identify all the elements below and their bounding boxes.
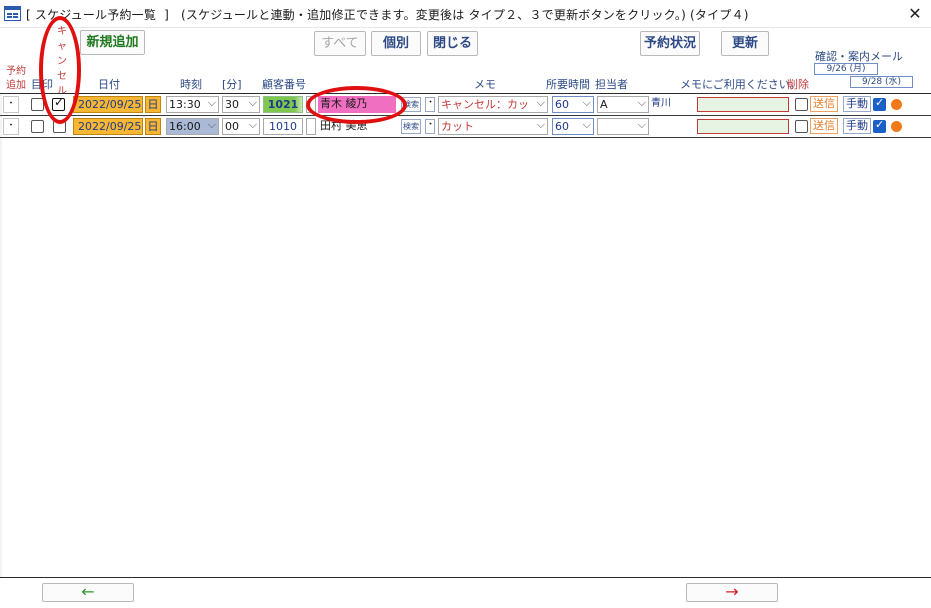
app-icon <box>4 6 21 21</box>
duration-value: 60 <box>555 98 569 111</box>
note-input[interactable] <box>697 97 789 112</box>
customer-number[interactable]: 1010 <box>263 118 303 135</box>
header-note: メモにご利用ください。 <box>680 78 801 91</box>
add-reservation-dot[interactable]: ・ <box>3 96 19 113</box>
print-checkbox[interactable] <box>31 98 44 111</box>
staff-select[interactable] <box>597 117 649 135</box>
header-memo: メモ <box>474 78 496 91</box>
duration-select[interactable]: 60 <box>552 95 594 113</box>
customer-number-ext[interactable] <box>306 96 316 113</box>
add-reservation-dot[interactable]: ・ <box>3 118 19 135</box>
table-row: ・ 2022/09/25 日 13:30 30 1021 青木 綾乃 検索 ・ … <box>0 94 931 116</box>
next-arrow-button[interactable]: → <box>686 583 778 602</box>
mail-checkbox[interactable] <box>873 117 886 133</box>
header-time: 時刻 <box>180 78 202 91</box>
staff-select[interactable]: A <box>597 95 649 113</box>
minute-select[interactable]: 30 <box>222 95 260 113</box>
prev-arrow-button[interactable]: ← <box>42 583 134 602</box>
window-title: [ スケジュール予約一覧 ] (スケジュールと連動・追加修正できます。変更後は … <box>26 8 749 22</box>
staff-name: 青川 <box>651 98 671 109</box>
time-value: 16:00 <box>169 120 201 133</box>
header-staff: 担当者 <box>595 78 628 91</box>
show-all-button[interactable]: すべて <box>314 31 366 56</box>
header-customer-no: 顧客番号 <box>262 78 306 91</box>
individual-button[interactable]: 個別 <box>371 31 421 56</box>
close-window-button[interactable]: ✕ <box>902 3 928 25</box>
header-add2: 追加 <box>6 80 26 91</box>
search-button[interactable]: 検索 <box>401 119 421 134</box>
status-dot <box>891 99 902 110</box>
send-button[interactable]: 送信 <box>810 96 838 112</box>
update-button[interactable]: 更新 <box>721 31 769 56</box>
customer-name[interactable]: 青木 綾乃 <box>318 96 396 113</box>
header-duration: 所要時間 <box>546 78 590 91</box>
mail-checkbox[interactable] <box>873 95 886 111</box>
mail-date-guide[interactable]: 9/28 (水) <box>850 76 913 88</box>
date-cell[interactable]: 2022/09/25 <box>73 96 143 113</box>
manual-button[interactable]: 手動 <box>843 96 871 112</box>
grid-left-edge <box>0 94 2 577</box>
note-input[interactable] <box>697 119 789 134</box>
header-cancel: キャンセル <box>57 26 67 97</box>
delete-checkbox[interactable] <box>795 120 808 133</box>
close-button[interactable]: 閉じる <box>427 31 478 56</box>
status-dot <box>891 121 902 132</box>
header-date: 日付 <box>98 78 120 91</box>
weekday-cell: 日 <box>145 118 161 135</box>
minute-value: 00 <box>225 120 239 133</box>
staff-value: A <box>600 98 608 111</box>
date-cell[interactable]: 2022/09/25 <box>73 118 143 135</box>
title-bar: [ スケジュール予約一覧 ] (スケジュールと連動・追加修正できます。変更後は … <box>0 0 931 28</box>
time-select[interactable]: 13:30 <box>166 95 219 113</box>
memo-value: カット <box>441 120 474 133</box>
header-minute: [分] <box>222 78 242 91</box>
memo-dot-button[interactable]: ・ <box>425 119 435 134</box>
header-mark: 目 <box>31 78 42 91</box>
minute-select[interactable]: 00 <box>222 117 260 135</box>
cancel-checkbox[interactable] <box>52 95 65 111</box>
memo-select[interactable]: カット <box>438 117 548 135</box>
duration-value: 60 <box>555 120 569 133</box>
customer-number-ext[interactable] <box>306 118 316 135</box>
cancel-checkbox[interactable] <box>53 120 66 133</box>
memo-value: キャンセル：カッ <box>441 98 529 111</box>
time-value: 13:30 <box>169 98 201 111</box>
header-delete: 削除 <box>787 78 809 91</box>
customer-number[interactable]: 1021 <box>263 96 303 113</box>
reservation-status-button[interactable]: 予約状況 <box>640 31 700 56</box>
table-row: ・ 2022/09/25 日 16:00 00 1010 田村 美恵 検索 ・ … <box>0 116 931 138</box>
memo-select[interactable]: キャンセル：カッ <box>438 95 548 113</box>
footer: ← → <box>0 578 931 608</box>
manual-button[interactable]: 手動 <box>843 118 871 134</box>
header-print: 印 <box>42 78 53 91</box>
memo-dot-button[interactable]: ・ <box>425 97 435 112</box>
search-button[interactable]: 検索 <box>401 97 421 112</box>
delete-checkbox[interactable] <box>795 98 808 111</box>
header-add: 予約 <box>6 66 26 77</box>
time-select[interactable]: 16:00 <box>166 117 219 135</box>
customer-name[interactable]: 田村 美恵 <box>318 118 396 135</box>
minute-value: 30 <box>225 98 239 111</box>
weekday-cell: 日 <box>145 96 161 113</box>
duration-select[interactable]: 60 <box>552 117 594 135</box>
new-add-button[interactable]: 新規追加 <box>80 30 145 55</box>
mail-date-confirm[interactable]: 9/26 (月) <box>814 63 878 75</box>
mail-title: 確認・案内メール <box>815 50 903 63</box>
send-button[interactable]: 送信 <box>810 118 838 134</box>
print-checkbox[interactable] <box>31 120 44 133</box>
